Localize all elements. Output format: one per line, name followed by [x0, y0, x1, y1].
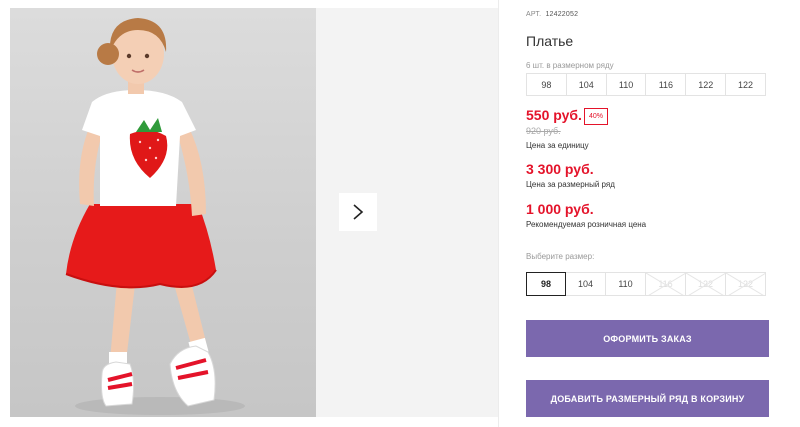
product-title: Платье — [526, 33, 574, 49]
article-number: АРТ. 12422052 — [526, 11, 578, 18]
product-photo[interactable] — [10, 8, 316, 417]
product-gallery — [0, 0, 498, 427]
place-order-button[interactable]: ОФОРМИТЬ ЗАКАЗ — [526, 320, 769, 357]
column-divider — [498, 0, 499, 427]
size-option-98[interactable]: 98 — [526, 272, 566, 296]
size-select-label: Выберите размер: — [526, 252, 595, 261]
size-option-110[interactable]: 110 — [606, 272, 646, 296]
size-option-104[interactable]: 104 — [566, 272, 606, 296]
product-info: АРТ. 12422052 Платье 6 шт. в размерном р… — [526, 0, 776, 427]
pack-size-cell: 110 — [607, 74, 647, 95]
pack-size-cell: 122 — [738, 79, 754, 90]
add-pack-to-cart-button[interactable]: ДОБАВИТЬ РАЗМЕРНЫЙ РЯД В КОРЗИНУ — [526, 380, 769, 417]
girl-in-dress-illustration — [65, 18, 245, 415]
old-price: 920 руб. — [526, 126, 561, 136]
unavailable-cross-icon — [726, 273, 765, 295]
pack-size-cell: 116 — [646, 74, 687, 95]
size-option-122: 122 — [686, 272, 726, 296]
retail-price: 1 000 руб. — [526, 201, 594, 217]
unavailable-cross-icon — [646, 273, 685, 295]
pack-size-cell: 104 — [567, 74, 607, 95]
size-option-116: 116 — [646, 272, 686, 296]
gallery-next-button[interactable] — [339, 193, 377, 231]
pack-size-cell: 98 — [527, 74, 567, 95]
chevron-right-icon — [353, 204, 364, 220]
pack-price-label: Цена за размерный ряд — [526, 180, 615, 189]
pack-price: 3 300 руб. — [526, 161, 594, 177]
unit-price-label: Цена за единицу — [526, 141, 589, 150]
pack-note: 6 шт. в размерном ряду — [526, 61, 614, 70]
article-value: 12422052 — [545, 11, 579, 18]
retail-price-label: Рекомендуемая розничная цена — [526, 220, 647, 229]
discount-badge: 40% — [584, 108, 608, 125]
unavailable-cross-icon — [686, 273, 725, 295]
pack-size-cell: 122 — [686, 74, 727, 95]
pack-size-table: 98 104 110 116 122 122 — [526, 73, 766, 96]
article-label: АРТ. — [526, 11, 542, 18]
size-option-122-b: 122 — [726, 272, 766, 296]
size-picker: 98 104 110 116 122 122 — [526, 272, 767, 296]
unit-price: 550 руб. — [526, 107, 582, 123]
